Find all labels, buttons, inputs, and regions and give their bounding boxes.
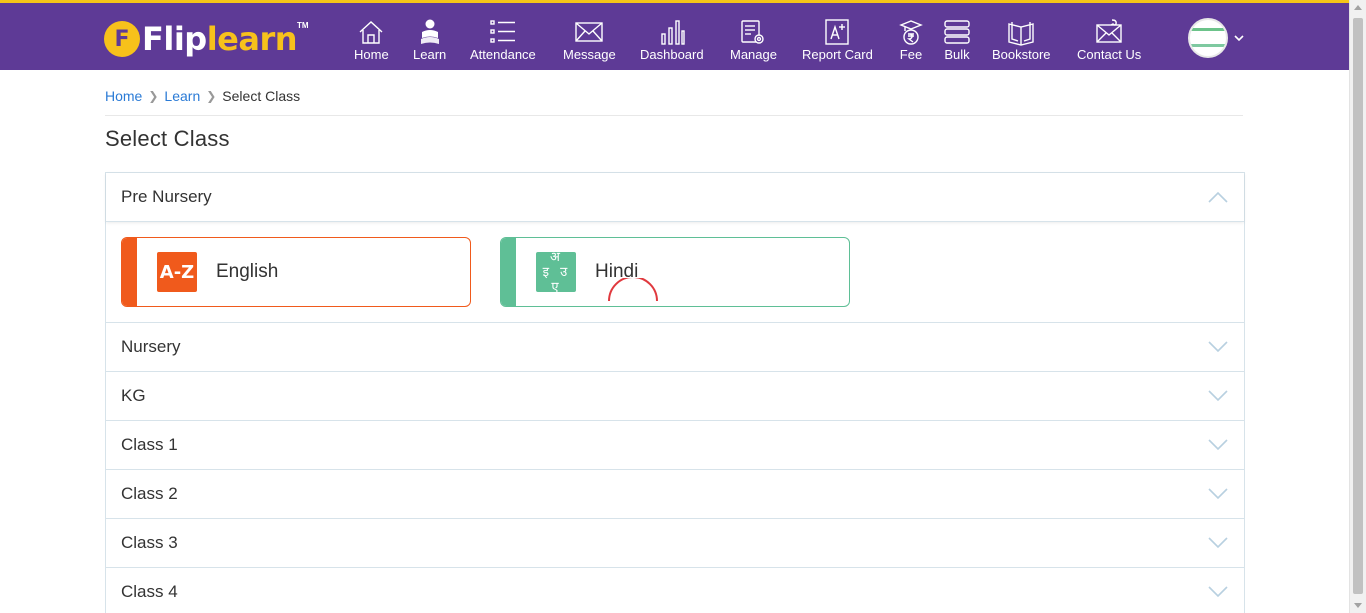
nav-contact-us-label: Contact Us bbox=[1077, 47, 1142, 62]
scroll-down-arrow-icon[interactable] bbox=[1354, 603, 1362, 608]
nav-dashboard[interactable]: Dashboard bbox=[640, 18, 704, 62]
breadcrumb: Home ❯ Learn ❯ Select Class bbox=[105, 88, 300, 104]
chevron-down-icon bbox=[1208, 586, 1228, 598]
accordion-header-class-2[interactable]: Class 2 bbox=[106, 470, 1244, 519]
chevron-down-icon bbox=[1208, 341, 1228, 353]
logo-text-flip: Flip bbox=[142, 20, 207, 58]
nav-attendance-label: Attendance bbox=[470, 47, 536, 62]
accordion-body-pre-nursery: A-Z English अ इ उ ए Hindi bbox=[106, 222, 1244, 323]
nav-bookstore-label: Bookstore bbox=[992, 47, 1051, 62]
logo-trademark: TM bbox=[297, 21, 309, 30]
breadcrumb-home-link[interactable]: Home bbox=[105, 88, 142, 104]
envelope-icon bbox=[575, 22, 604, 42]
manage-icon bbox=[741, 20, 765, 44]
breadcrumb-chevron-icon: ❯ bbox=[206, 89, 217, 103]
breadcrumb-divider bbox=[105, 115, 1243, 116]
page-title: Select Class bbox=[105, 126, 230, 151]
chevron-down-icon bbox=[1208, 390, 1228, 402]
accordion-header-nursery[interactable]: Nursery bbox=[106, 323, 1244, 372]
subject-card-english[interactable]: A-Z English bbox=[121, 237, 471, 307]
nav-home[interactable]: Home bbox=[354, 18, 389, 62]
breadcrumb-current: Select Class bbox=[222, 88, 301, 104]
nav-learn-label: Learn bbox=[413, 47, 447, 62]
accordion-header-class-1[interactable]: Class 1 bbox=[106, 421, 1244, 470]
nav-fee-label: Fee bbox=[899, 47, 923, 62]
accordion-header-class-4[interactable]: Class 4 bbox=[106, 568, 1244, 613]
subject-name: English bbox=[216, 261, 279, 282]
report-card-icon bbox=[825, 19, 850, 45]
subject-card-stripe bbox=[122, 238, 137, 306]
breadcrumb-learn-link[interactable]: Learn bbox=[164, 88, 200, 104]
bar-chart-icon bbox=[661, 20, 685, 45]
chevron-down-icon bbox=[1234, 35, 1244, 42]
nav-home-label: Home bbox=[354, 47, 389, 62]
accordion-header-kg[interactable]: KG bbox=[106, 372, 1244, 421]
accordion-header-label: Nursery bbox=[121, 337, 181, 356]
accordion-header-label: Class 1 bbox=[121, 435, 178, 454]
nav-learn[interactable]: Learn bbox=[413, 18, 446, 62]
nav-bulk-label: Bulk bbox=[944, 47, 970, 62]
accordion-header-label: Class 4 bbox=[121, 582, 178, 601]
subject-card-hindi[interactable]: अ इ उ ए Hindi bbox=[500, 237, 850, 307]
scroll-up-arrow-icon[interactable] bbox=[1354, 5, 1362, 10]
profile-menu[interactable] bbox=[1188, 18, 1244, 58]
top-navbar: F Fliplearn TM Home Learn Attendance Mes… bbox=[0, 3, 1349, 70]
chevron-down-icon bbox=[1208, 537, 1228, 549]
book-icon bbox=[1008, 22, 1034, 46]
contact-icon bbox=[1096, 19, 1122, 43]
nav-manage-label: Manage bbox=[730, 47, 777, 62]
scroll-thumb[interactable] bbox=[1353, 18, 1363, 594]
breadcrumb-chevron-icon: ❯ bbox=[148, 89, 159, 103]
nav-message-label: Message bbox=[563, 47, 616, 62]
accordion-header-label: Class 3 bbox=[121, 533, 178, 552]
hindi-letters-icon: अ इ उ ए bbox=[536, 250, 576, 295]
nav-bulk[interactable]: Bulk bbox=[943, 18, 971, 62]
logo-badge: F bbox=[104, 21, 140, 57]
nav-manage[interactable]: Manage bbox=[730, 18, 777, 62]
chevron-down-icon bbox=[1208, 488, 1228, 500]
accordion-header-pre-nursery[interactable]: Pre Nursery bbox=[106, 173, 1244, 222]
fliplearn-logo[interactable]: F Fliplearn TM bbox=[104, 19, 309, 59]
chevron-down-icon bbox=[1208, 439, 1228, 451]
subject-card-stripe bbox=[501, 238, 516, 306]
az-icon: A-Z bbox=[157, 252, 197, 292]
accordion-header-label: Pre Nursery bbox=[121, 187, 212, 206]
chevron-up-icon bbox=[1208, 191, 1228, 203]
nav-bookstore[interactable]: Bookstore bbox=[992, 18, 1051, 62]
nav-message[interactable]: Message bbox=[563, 18, 616, 62]
bulk-icon bbox=[944, 20, 970, 44]
attendance-icon bbox=[490, 20, 515, 43]
learn-icon bbox=[420, 19, 439, 44]
avatar[interactable] bbox=[1188, 18, 1228, 58]
nav-report-card[interactable]: Report Card bbox=[802, 18, 873, 62]
accordion-header-class-3[interactable]: Class 3 bbox=[106, 519, 1244, 568]
class-accordion: Pre Nursery A-Z English अ इ उ ए Hindi Nu… bbox=[105, 172, 1245, 613]
nav-dashboard-label: Dashboard bbox=[640, 47, 704, 62]
logo-text-learn: learn bbox=[206, 20, 298, 58]
accordion-header-label: Class 2 bbox=[121, 484, 178, 503]
nav-attendance[interactable]: Attendance bbox=[470, 18, 536, 62]
home-icon bbox=[359, 21, 383, 44]
nav-fee[interactable]: Fee bbox=[897, 18, 925, 62]
fee-icon bbox=[899, 20, 923, 45]
loading-spinner-icon bbox=[608, 278, 658, 302]
nav-report-card-label: Report Card bbox=[802, 47, 873, 62]
page-scrollbar[interactable] bbox=[1349, 0, 1366, 613]
nav-contact-us[interactable]: Contact Us bbox=[1077, 18, 1141, 62]
accordion-header-label: KG bbox=[121, 386, 146, 405]
